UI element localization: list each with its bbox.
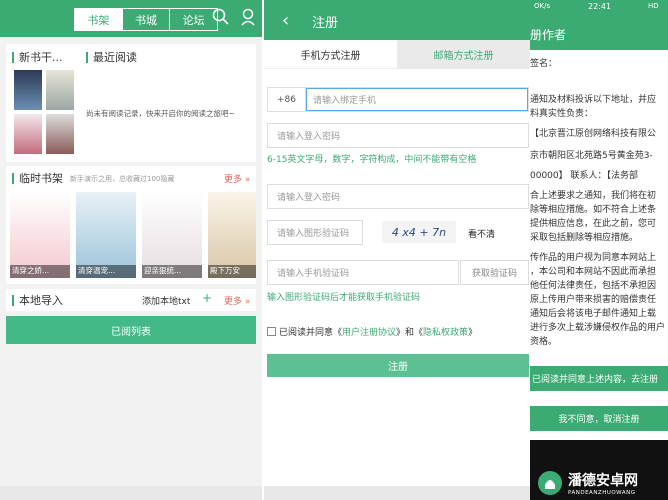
tab-email-register[interactable]: 邮箱方式注册 xyxy=(397,40,530,69)
agree-text: 》 xyxy=(468,328,478,338)
temp-shelf-note: 新手演示之用，总收藏过100隐藏 xyxy=(70,175,175,183)
tab-bookstore[interactable]: 书城 xyxy=(123,9,171,30)
status-speed: OK/s xyxy=(534,2,551,10)
page-title: 注册 xyxy=(312,16,339,31)
book-title: 迎亲狠统... xyxy=(142,265,202,278)
agreement-line: 料真实性负责： xyxy=(530,109,594,119)
agree-checkbox[interactable] xyxy=(267,327,276,336)
bookshelf-header: 书架 书城 论坛 xyxy=(0,0,262,37)
book-cover[interactable]: 清穿之娇... xyxy=(10,192,70,278)
agreement-line: 进行多次上载涉嫌侵权作品的用户 xyxy=(530,323,666,333)
add-icon[interactable]: + xyxy=(202,291,212,305)
search-icon[interactable] xyxy=(212,8,229,29)
watermark-text: 潘德安卓网 PANDEANZHUOWANG xyxy=(568,470,638,496)
book-title: 殿下万安 xyxy=(208,265,256,278)
book-cover[interactable]: 清穿温宠... xyxy=(76,192,136,278)
book-cover[interactable] xyxy=(14,114,42,154)
book-title: 清穿温宠... xyxy=(76,265,136,278)
local-more-link[interactable]: 更多 » xyxy=(224,294,250,307)
system-nav-bar xyxy=(0,486,262,500)
disagree-button[interactable]: 我不同意，取消注册 xyxy=(530,406,668,431)
confirm-password-input[interactable]: 请输入登入密码 xyxy=(267,184,529,209)
local-import-card: 本地导入 添加本地txt + 更多 » xyxy=(6,289,256,311)
back-arrow-icon[interactable]: ‹ xyxy=(282,10,289,31)
add-txt-link[interactable]: 添加本地txt xyxy=(142,294,190,307)
temp-shelf-heading: 临时书架 xyxy=(12,171,63,185)
system-nav-bar xyxy=(264,486,530,500)
agree-text: 》和《 xyxy=(396,328,424,338)
register-tabs: 手机方式注册 邮箱方式注册 xyxy=(264,40,530,69)
agreement-line: 资格。 xyxy=(530,337,558,347)
register-screen: ‹ 注册 手机方式注册 邮箱方式注册 +86 请输入绑定手机 请输入登入密码 6… xyxy=(264,0,530,500)
local-import-heading: 本地导入 xyxy=(12,293,63,307)
agreement-line: 他任何法律责任，包括不承担因 xyxy=(530,281,657,291)
agreement-line: 提供相应信息，在此之前，您可 xyxy=(530,219,657,229)
book-cover[interactable]: 殿下万安 xyxy=(208,192,256,278)
user-icon[interactable] xyxy=(240,8,256,30)
captcha-refresh-link[interactable]: 看不清 xyxy=(468,227,495,240)
book-title: 清穿之娇... xyxy=(10,265,70,278)
agreement-line: 00000】 联系人：【法务部 xyxy=(530,171,638,181)
get-code-button[interactable]: 获取验证码 xyxy=(460,260,529,285)
agreement-line: 签名： xyxy=(530,59,558,69)
phone-field: +86 请输入绑定手机 xyxy=(267,87,529,112)
register-header: ‹ 注册 xyxy=(264,0,530,40)
country-code[interactable]: +86 xyxy=(268,88,306,111)
book-cover[interactable]: 迎亲狠统... xyxy=(142,192,202,278)
android-logo-icon xyxy=(538,471,562,495)
user-agreement-link[interactable]: 用户注册协议 xyxy=(342,325,396,338)
watermark-sub: PANDEANZHUOWANG xyxy=(568,490,636,496)
temp-more-link[interactable]: 更多 » xyxy=(224,172,250,185)
tab-bookshelf[interactable]: 书架 xyxy=(75,9,123,30)
password-hint: 6-15英文字母，数字，字符构成，中间不能带有空格 xyxy=(267,155,477,165)
book-cover[interactable] xyxy=(46,70,74,110)
agreement-line: 通知后会将该电子邮件通知上载 xyxy=(530,309,657,319)
agreement-line: 原上传用户带来损害的赔偿责任 xyxy=(530,295,657,305)
watermark-name: 潘德安卓网 xyxy=(568,473,638,489)
status-hd: HD xyxy=(648,2,659,10)
agreement-line: 合上述要求之通知，我们将在初 xyxy=(530,191,657,201)
privacy-policy-link[interactable]: 隐私权政策 xyxy=(423,325,468,338)
tab-forum[interactable]: 论坛 xyxy=(170,9,217,30)
password-input[interactable]: 请输入登入密码 xyxy=(267,123,529,148)
new-books-heading: 新书干... xyxy=(12,50,63,64)
book-cover[interactable] xyxy=(14,70,42,110)
agree-register-button[interactable]: 已阅读并同意上述内容，去注册 xyxy=(530,366,668,391)
status-time: 22:41 xyxy=(588,2,612,11)
top-tab-group: 书架 书城 论坛 xyxy=(74,8,218,31)
author-agreement-screen: OK/s 22:41 HD 册作者 签名： 通知及材料投诉以下地址，并应 料真实… xyxy=(530,0,668,500)
agreement-line: 通知及材料投诉以下地址，并应 xyxy=(530,95,657,105)
sms-hint: 输入图形验证码后才能获取手机验证码 xyxy=(267,293,421,303)
agreement-row: 已阅读并同意《 用户注册协议 》和《 隐私权政策》 xyxy=(267,325,477,338)
agreement-line: 京市朝阳区北苑路5号黄金苑3- xyxy=(530,151,653,161)
agreement-line: 【北京晋江原创网络科技有限公 xyxy=(530,129,657,139)
agree-text: 已阅读并同意《 xyxy=(279,328,343,338)
register-button[interactable]: 注册 xyxy=(267,354,529,377)
recent-heading: 最近阅读 xyxy=(86,50,137,64)
phone-input[interactable]: 请输入绑定手机 xyxy=(306,88,528,111)
captcha-image[interactable]: 4 x4 + 7n xyxy=(382,221,456,243)
captcha-input[interactable]: 请输入图形验证码 xyxy=(267,220,363,245)
agreement-line: 采取包括删除等相应措施。 xyxy=(530,233,639,243)
agreement-line: 传作品的用户视为同意本网站上 xyxy=(530,253,657,263)
sms-code-input[interactable]: 请输入手机验证码 xyxy=(267,260,459,285)
agreement-body: 签名： 通知及材料投诉以下地址，并应 料真实性负责： 【北京晋江原创网络科技有限… xyxy=(530,50,668,388)
recent-card: 新书干... 最近阅读 尚未有阅读记录，快来开启你的阅读之旅吧~ xyxy=(6,44,256,162)
temp-shelf-card: 临时书架 新手演示之用，总收藏过100隐藏 更多 » 清穿之娇... 清穿温宠.… xyxy=(6,166,256,284)
read-list-button[interactable]: 已阅列表 xyxy=(6,316,256,344)
tab-phone-register[interactable]: 手机方式注册 xyxy=(264,40,397,69)
book-cover[interactable] xyxy=(46,114,74,154)
agreement-header: OK/s 22:41 HD 册作者 xyxy=(530,0,668,50)
no-record-text: 尚未有阅读记录，快来开启你的阅读之旅吧~ xyxy=(86,109,235,118)
agreement-line: 除等相应措施。如不符合上述条 xyxy=(530,205,657,215)
agreement-line: ，本公司和本网站不因此而承担 xyxy=(530,267,657,277)
watermark: 潘德安卓网 PANDEANZHUOWANG xyxy=(538,466,668,500)
bookshelf-screen: 书架 书城 论坛 新书干... 最近阅读 尚未有阅读记录，快来开启你的阅读之旅吧… xyxy=(0,0,262,500)
page-title: 册作者 xyxy=(530,28,567,42)
